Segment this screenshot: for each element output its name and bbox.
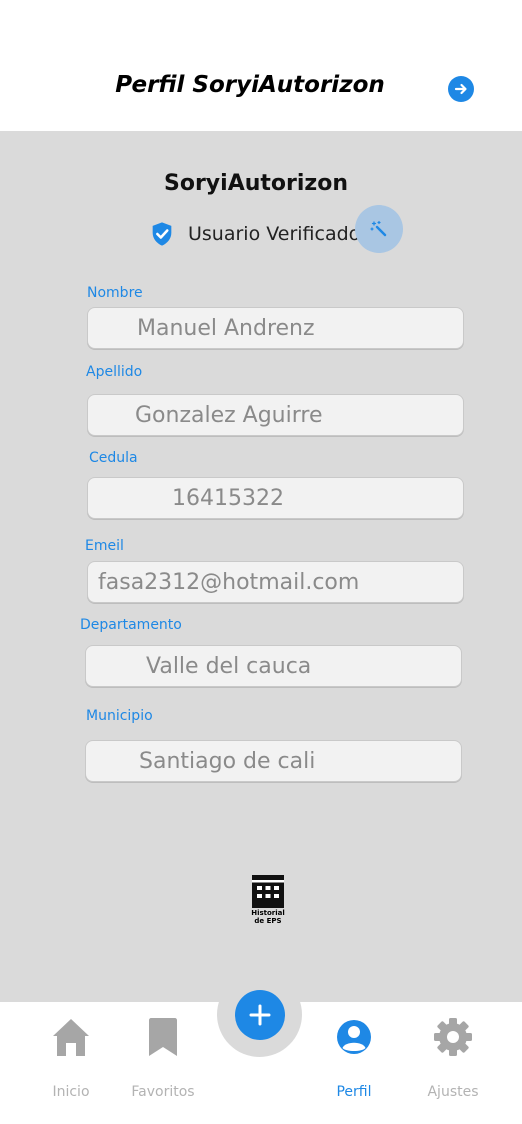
nav-label-perfil: Perfil xyxy=(336,1084,372,1100)
apellido-label: Apellido xyxy=(86,364,143,380)
verified-status: Usuario Verificado xyxy=(148,220,360,248)
nav-item-perfil[interactable]: Perfil xyxy=(309,1016,399,1100)
user-circle-icon xyxy=(334,1016,374,1058)
nav-item-favoritos[interactable]: Favoritos xyxy=(118,1016,208,1100)
nav-label-favoritos: Favoritos xyxy=(131,1084,195,1100)
nav-label-inicio: Inicio xyxy=(52,1084,90,1100)
calendar-grid-icon xyxy=(252,875,284,908)
forward-button[interactable] xyxy=(448,76,474,102)
profile-name: SoryiAutorizon xyxy=(164,171,348,196)
nombre-label: Nombre xyxy=(87,285,143,301)
departamento-label: Departamento xyxy=(80,617,182,633)
cedula-label: Cedula xyxy=(89,450,138,466)
eps-history-button[interactable]: Historial de EPS xyxy=(247,869,289,929)
nombre-field[interactable]: Manuel Andrenz xyxy=(87,307,464,349)
arrow-right-icon xyxy=(454,83,467,95)
email-label: Emeil xyxy=(85,538,124,554)
plus-icon xyxy=(249,1004,271,1026)
cedula-field[interactable]: 16415322 xyxy=(87,477,464,519)
page-title: Perfil SoryiAutorizon xyxy=(115,72,385,98)
eps-history-label: Historial de EPS xyxy=(251,909,285,925)
apellido-field[interactable]: Gonzalez Aguirre xyxy=(87,394,464,436)
shield-check-icon xyxy=(152,222,172,246)
add-button[interactable] xyxy=(235,990,285,1040)
municipio-field[interactable]: Santiago de cali xyxy=(85,740,462,782)
municipio-label: Municipio xyxy=(86,708,153,724)
bookmark-icon xyxy=(143,1016,183,1058)
nav-item-ajustes[interactable]: Ajustes xyxy=(408,1016,498,1100)
nav-item-inicio[interactable]: Inicio xyxy=(26,1016,116,1100)
magic-wand-icon xyxy=(370,220,387,237)
magic-wand-button[interactable] xyxy=(355,205,403,253)
app-header: Perfil SoryiAutorizon xyxy=(0,0,522,131)
profile-panel: SoryiAutorizon Usuario Verificado Nombre… xyxy=(0,131,522,1002)
gear-icon xyxy=(433,1016,473,1058)
departamento-field[interactable]: Valle del cauca xyxy=(85,645,462,687)
nav-label-ajustes: Ajustes xyxy=(427,1084,479,1100)
verified-label: Usuario Verificado xyxy=(188,223,361,245)
email-field[interactable]: fasa2312@hotmail.com xyxy=(87,561,464,603)
home-icon xyxy=(51,1016,91,1058)
